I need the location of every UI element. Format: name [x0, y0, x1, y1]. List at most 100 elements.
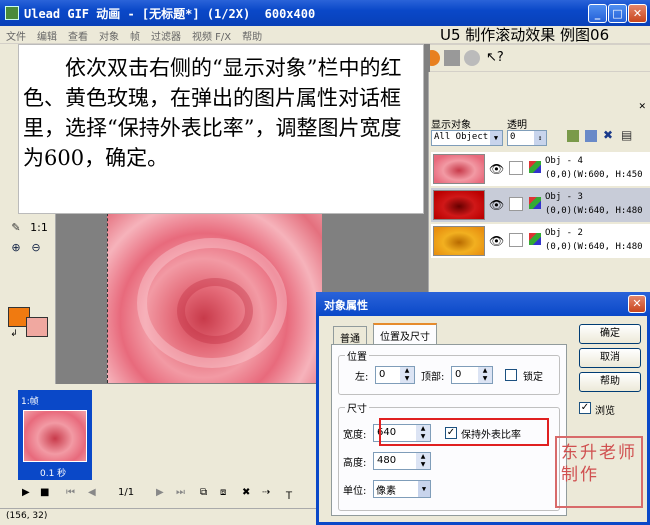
- frame-item[interactable]: 1:帧 0.1 秒: [18, 390, 92, 480]
- preview-checkbox[interactable]: ✓: [579, 402, 591, 414]
- object-info: (0,0)(W:600, H:450: [545, 170, 643, 180]
- preview-label: 浏览: [595, 406, 615, 417]
- show-objects-label: 显示对象: [431, 120, 471, 131]
- opacity-spinner[interactable]: 0 ↕: [507, 130, 547, 146]
- object-info: (0,0)(W:640, H:480: [545, 206, 643, 216]
- lock-checkbox[interactable]: [509, 233, 523, 247]
- prev-frame-icon[interactable]: ◀: [88, 487, 96, 498]
- unit-label: 单位:: [343, 486, 367, 497]
- properties-icon[interactable]: ▤: [621, 128, 633, 142]
- last-frame-icon[interactable]: ⏭: [176, 487, 185, 498]
- lock-checkbox[interactable]: [509, 161, 523, 175]
- eye-icon[interactable]: 👁: [489, 198, 504, 212]
- lock-checkbox[interactable]: [505, 369, 517, 381]
- opacity-value: 0: [510, 132, 516, 142]
- menu-help[interactable]: 帮助: [236, 26, 267, 43]
- globe-icon[interactable]: [464, 50, 480, 66]
- ok-button[interactable]: 确定: [579, 324, 641, 344]
- highlight-box: [379, 418, 549, 446]
- lock-label: 锁定: [523, 372, 543, 383]
- close-button[interactable]: ✕: [628, 4, 647, 23]
- seal-text: 东升老师制作: [561, 443, 637, 485]
- add-frame-icon[interactable]: ⧉: [200, 487, 207, 498]
- play-icon[interactable]: ▶: [22, 487, 30, 498]
- first-frame-icon[interactable]: ⏮: [66, 487, 75, 498]
- zoom-in-icon[interactable]: ⊕: [8, 240, 24, 256]
- eye-icon[interactable]: 👁: [489, 234, 504, 248]
- app-icon: [5, 6, 19, 20]
- dialog-title-bar: 对象属性 ✕: [316, 292, 650, 316]
- lock-checkbox[interactable]: [509, 197, 523, 211]
- object-filter-value: All Object:: [434, 132, 494, 142]
- help-pointer-icon[interactable]: ↖?: [486, 50, 504, 66]
- eye-icon[interactable]: 👁: [489, 162, 504, 176]
- background-color-swatch[interactable]: [26, 317, 48, 337]
- eyedropper-icon[interactable]: ✎: [8, 220, 24, 236]
- height-label: 高度:: [343, 458, 367, 469]
- frame-panel: 1:帧 0.1 秒 ▶ ■ ⏮ ◀ 1/1 ▶ ⏭ ⧉ ⧈ ✖ ⇢ Ｔ: [0, 384, 320, 508]
- playback-bar: ▶ ■ ⏮ ◀ 1/1 ▶ ⏭ ⧉ ⧈ ✖ ⇢ Ｔ: [0, 482, 320, 506]
- menu-filter[interactable]: 过滤器: [145, 26, 186, 43]
- spin-icon[interactable]: ▲ ▼: [478, 367, 492, 383]
- instruction-text: 依次双击右侧的“显示对象”栏中的红色、黄色玫瑰，在弹出的图片属性对话框里，选择“…: [23, 56, 402, 170]
- panel-close-icon[interactable]: ✕: [638, 102, 646, 112]
- top-input[interactable]: 0 ▲ ▼: [451, 366, 493, 384]
- grid-icon[interactable]: [444, 50, 460, 66]
- object-thumbnail: [433, 190, 485, 220]
- object-info: (0,0)(W:640, H:480: [545, 242, 643, 252]
- spin-icon: ↕: [534, 131, 546, 145]
- object-type-icon: [529, 233, 541, 245]
- opacity-label: 透明: [507, 120, 527, 131]
- object-row[interactable]: 👁 Obj - 4 (0,0)(W:600, H:450: [431, 152, 650, 186]
- instruction-box: 依次双击右侧的“显示对象”栏中的红色、黄色玫瑰，在弹出的图片属性对话框里，选择“…: [18, 44, 424, 214]
- next-frame-icon[interactable]: ▶: [156, 487, 164, 498]
- width-label: 宽度:: [343, 430, 367, 441]
- size-group-title: 尺寸: [345, 400, 369, 415]
- tween-icon[interactable]: ⇢: [262, 487, 270, 498]
- swap-colors-icon[interactable]: ↲: [6, 326, 22, 342]
- object-type-icon: [529, 197, 541, 209]
- dialog-close-button[interactable]: ✕: [628, 295, 646, 313]
- spin-icon[interactable]: ▲ ▼: [400, 367, 414, 383]
- tab-general[interactable]: 普通: [333, 326, 367, 345]
- frame-delay: 0.1 秒: [40, 469, 67, 479]
- menu-file[interactable]: 文件: [0, 26, 31, 43]
- duplicate-icon[interactable]: [585, 130, 597, 142]
- menu-video-fx[interactable]: 视频 F/X: [186, 26, 236, 43]
- delete-icon[interactable]: ✖: [603, 128, 615, 142]
- left-value: 0: [379, 369, 386, 380]
- canvas-border: [107, 198, 108, 383]
- object-row[interactable]: 👁 Obj - 2 (0,0)(W:640, H:480: [431, 224, 650, 258]
- rose-image[interactable]: [107, 198, 322, 383]
- menu-edit[interactable]: 编辑: [31, 26, 62, 43]
- help-button[interactable]: 帮助: [579, 372, 641, 392]
- link-icon[interactable]: [567, 130, 579, 142]
- delete-frame-icon[interactable]: ✖: [242, 487, 250, 498]
- maximize-button[interactable]: □: [608, 4, 627, 23]
- duplicate-frame-icon[interactable]: ⧈: [220, 487, 226, 498]
- object-row-selected[interactable]: 👁 Obj - 3 (0,0)(W:640, H:480: [431, 188, 650, 222]
- text-tool-icon[interactable]: Ｔ: [284, 487, 294, 502]
- unit-select[interactable]: 像素 ▼: [373, 480, 431, 498]
- menu-view[interactable]: 查看: [62, 26, 93, 43]
- position-group: 位置 左: 0 ▲ ▼ 顶部: 0 ▲ ▼ 锁定: [338, 348, 560, 395]
- object-filter-select[interactable]: All Object: ▼: [431, 130, 503, 146]
- object-name: Obj - 2: [545, 228, 583, 238]
- minimize-button[interactable]: _: [588, 4, 607, 23]
- cursor-coords: (156, 32): [6, 511, 48, 521]
- toolbar: ↖?: [420, 45, 650, 71]
- object-name: Obj - 3: [545, 192, 583, 202]
- menu-frame[interactable]: 帧: [124, 26, 145, 43]
- cancel-button[interactable]: 取消: [579, 348, 641, 368]
- position-group-title: 位置: [345, 348, 369, 363]
- height-input[interactable]: 480 ▲ ▼: [373, 452, 431, 470]
- menu-object[interactable]: 对象: [93, 26, 124, 43]
- spin-icon[interactable]: ▲ ▼: [416, 453, 430, 469]
- ratio-1-1-icon[interactable]: 1:1: [28, 220, 50, 236]
- tab-position-size[interactable]: 位置及尺寸: [373, 323, 437, 345]
- unit-value: 像素: [376, 486, 396, 497]
- left-input[interactable]: 0 ▲ ▼: [375, 366, 415, 384]
- stop-icon[interactable]: ■: [40, 487, 49, 498]
- frame-label: 1:帧: [21, 397, 39, 407]
- zoom-out-icon[interactable]: ⊖: [28, 240, 44, 256]
